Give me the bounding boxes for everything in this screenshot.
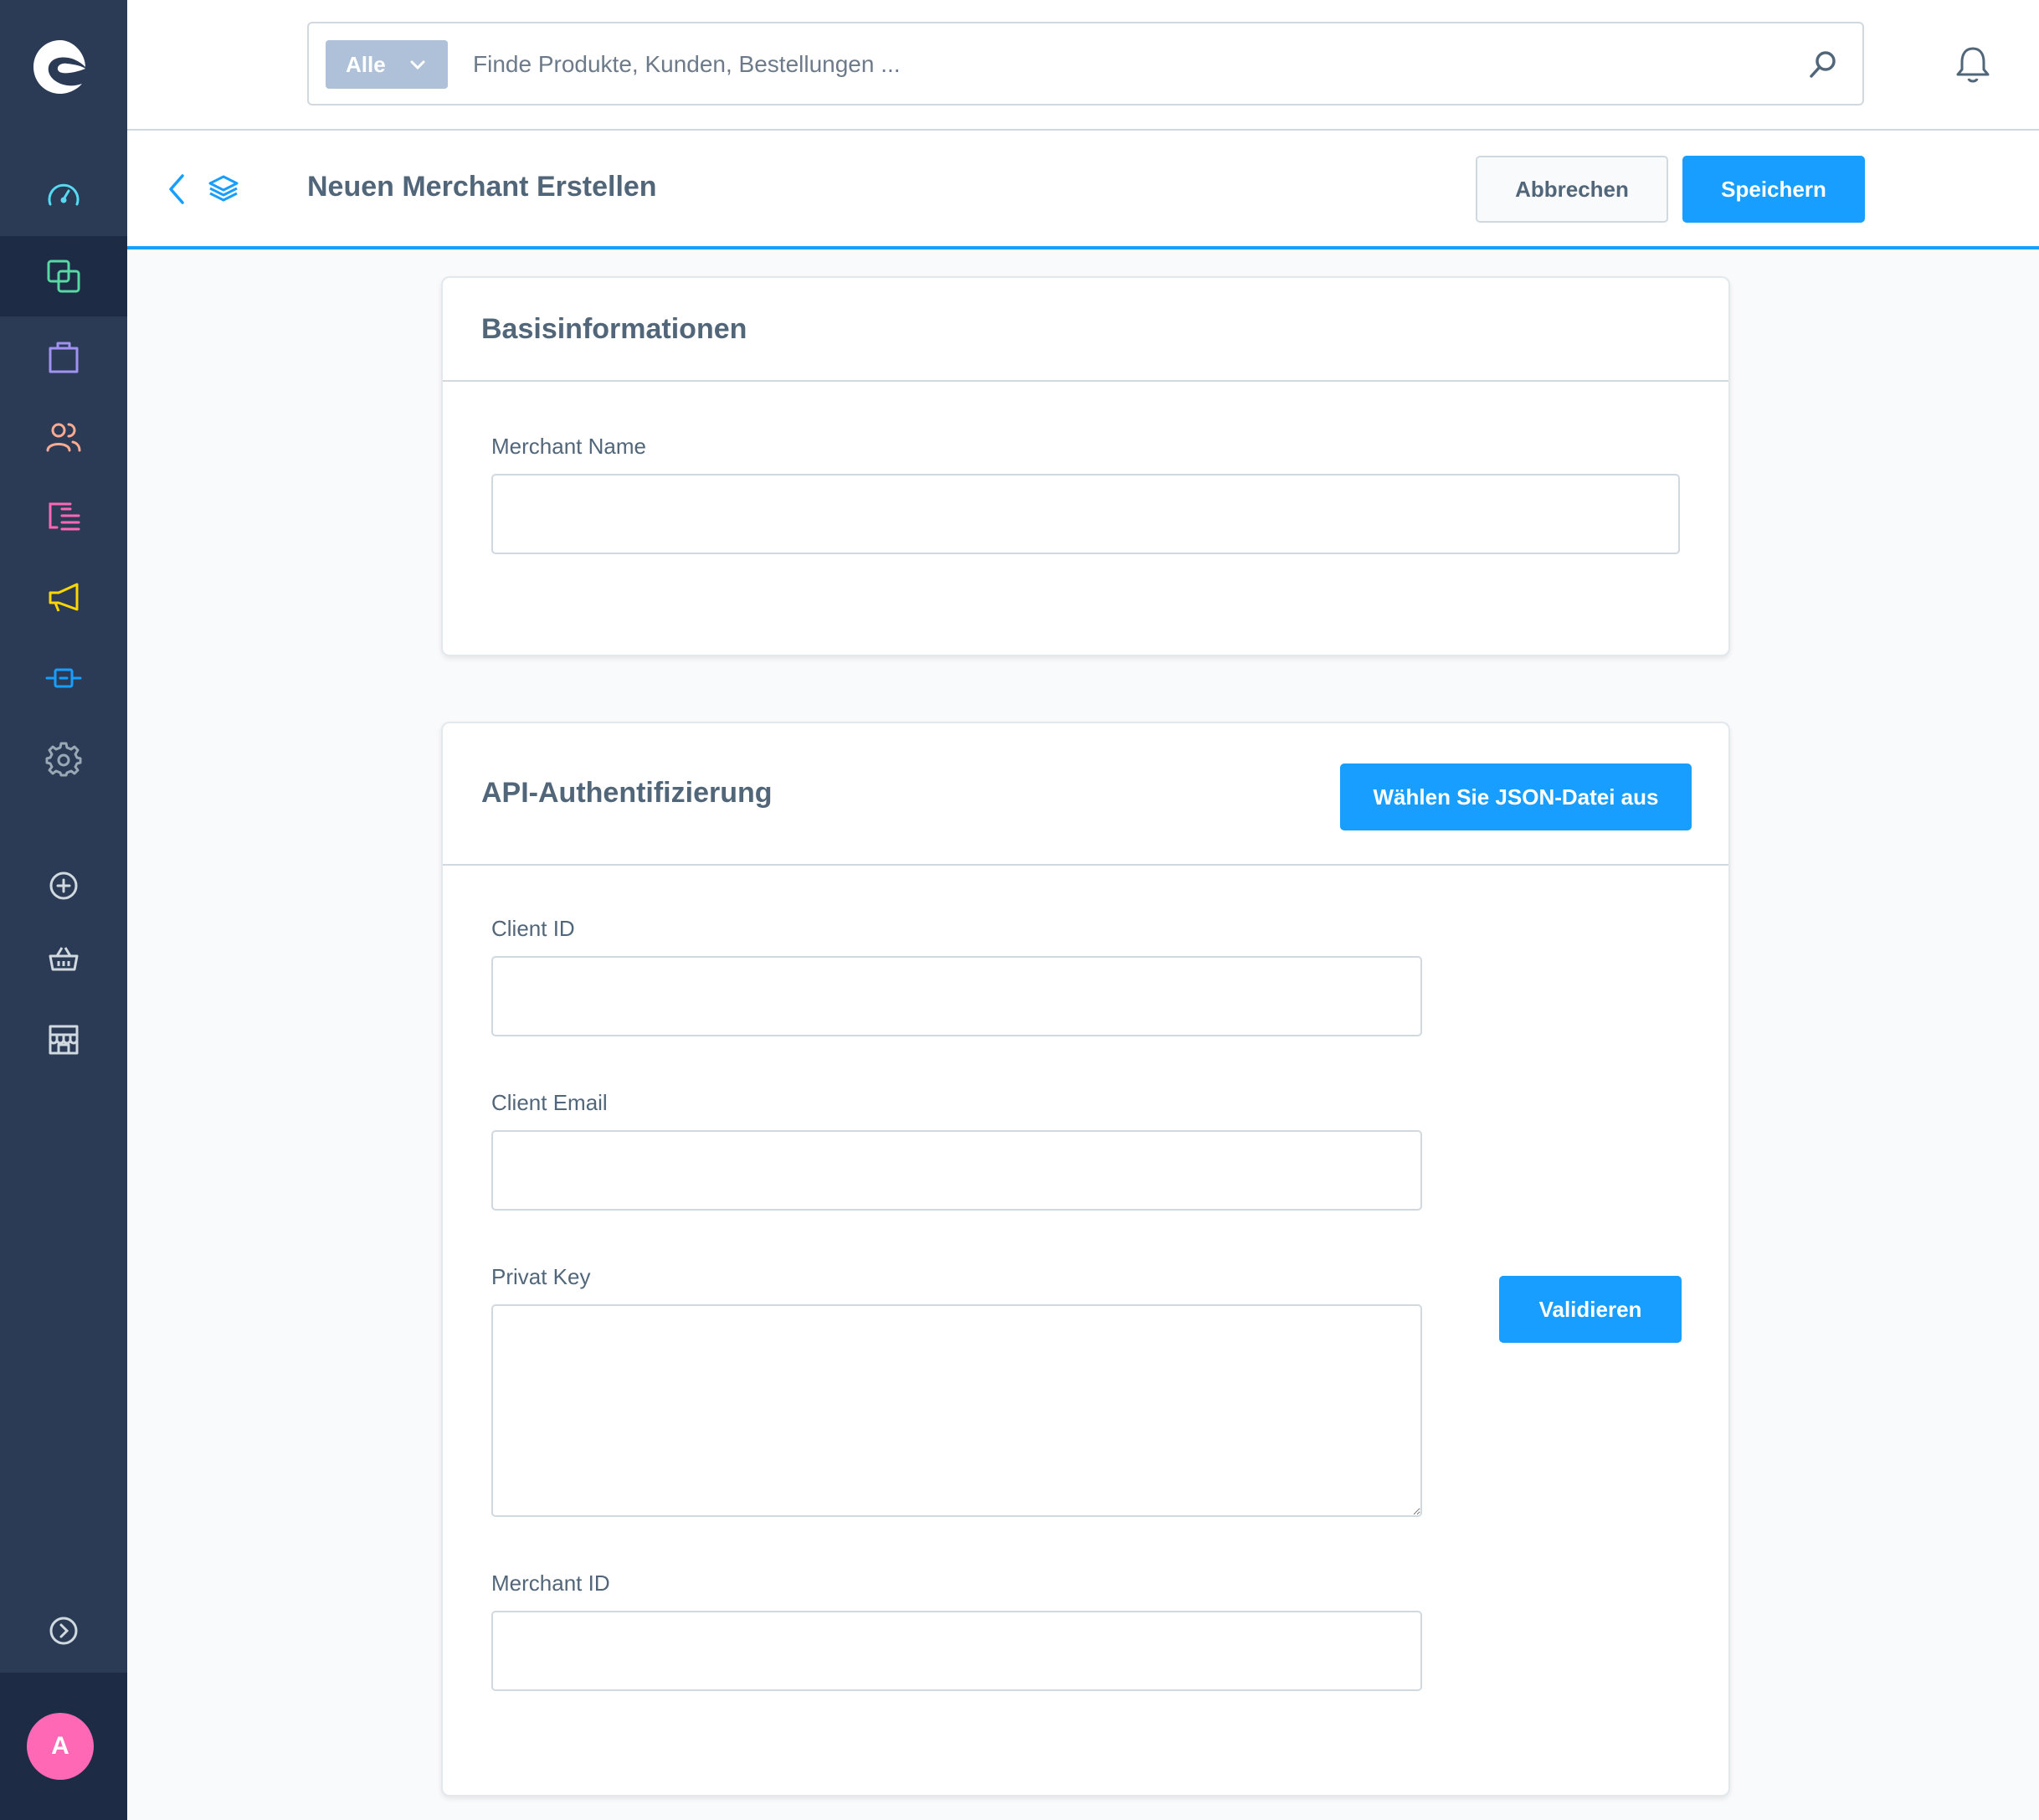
smart-bar: Neuen Merchant Erstellen Abbrechen Speic… xyxy=(127,131,2039,249)
sidebar-expand-toggle[interactable] xyxy=(0,1591,127,1671)
cancel-button[interactable]: Abbrechen xyxy=(1476,156,1668,223)
card-title: Basisinformationen xyxy=(481,313,747,345)
sidebar-user-footer: A xyxy=(0,1673,127,1820)
search-type-dropdown[interactable]: Alle xyxy=(326,40,448,89)
client-email-input[interactable] xyxy=(491,1130,1422,1211)
orders-icon xyxy=(49,342,79,373)
add-sales-channel-icon xyxy=(49,871,78,900)
select-json-file-button[interactable]: Wählen Sie JSON-Datei aus xyxy=(1340,763,1692,830)
user-avatar[interactable]: A xyxy=(27,1713,94,1780)
private-key-textarea[interactable] xyxy=(491,1304,1422,1517)
sidebar-item-storefront-basket[interactable] xyxy=(0,919,127,1000)
sidebar-item-orders[interactable] xyxy=(0,316,127,397)
card-title: API-Authentifizierung xyxy=(481,777,773,809)
sidebar-item-settings[interactable] xyxy=(0,718,127,799)
api-authentication-card: API-Authentifizierung Wählen Sie JSON-Da… xyxy=(441,722,1730,1797)
card-header: API-Authentifizierung Wählen Sie JSON-Da… xyxy=(443,723,1728,866)
sidebar-item-marketing[interactable] xyxy=(0,558,127,638)
client-email-label: Client Email xyxy=(491,1090,608,1115)
sidebar-item-dashboard[interactable] xyxy=(0,156,127,236)
global-search-bar: Alle xyxy=(127,0,2039,131)
content-icon xyxy=(49,502,80,531)
catalog-icon xyxy=(47,260,80,293)
basic-information-card: Basisinformationen Merchant Name xyxy=(441,276,1730,656)
card-header: Basisinformationen xyxy=(443,278,1728,382)
merchant-name-input[interactable] xyxy=(491,474,1680,554)
search-input[interactable] xyxy=(473,40,1779,89)
expand-menu-icon xyxy=(49,1617,78,1645)
merchant-id-input[interactable] xyxy=(491,1611,1422,1691)
validate-button[interactable]: Validieren xyxy=(1499,1276,1682,1343)
chevron-down-icon xyxy=(410,60,425,70)
search-icon[interactable] xyxy=(1807,49,1839,80)
save-button[interactable]: Speichern xyxy=(1682,156,1865,223)
sidebar-item-content[interactable] xyxy=(0,477,127,558)
client-id-label: Client ID xyxy=(491,916,575,941)
page-title: Neuen Merchant Erstellen xyxy=(307,171,657,203)
sidebar-item-add-sales-channel[interactable] xyxy=(0,846,127,926)
marketing-icon xyxy=(49,583,79,612)
admin-sidebar: A xyxy=(0,0,127,1820)
search-type-label: Alle xyxy=(346,51,386,77)
shopware-logo-icon[interactable] xyxy=(30,37,90,97)
customers-icon xyxy=(46,423,81,452)
search-container: Alle xyxy=(307,22,1864,105)
client-id-input[interactable] xyxy=(491,956,1422,1036)
merchant-name-label: Merchant Name xyxy=(491,434,646,459)
storefront-basket-icon xyxy=(49,947,79,971)
sidebar-item-extensions[interactable] xyxy=(0,638,127,718)
private-key-label: Privat Key xyxy=(491,1264,591,1289)
settings-icon xyxy=(45,742,82,777)
dashboard-icon xyxy=(48,183,80,206)
sidebar-item-customers[interactable] xyxy=(0,397,127,477)
storefront-shop-icon xyxy=(49,1025,79,1055)
notification-bell-icon[interactable] xyxy=(1952,44,1994,85)
sidebar-item-catalog[interactable] xyxy=(0,236,127,316)
back-arrow-icon[interactable] xyxy=(162,172,193,206)
extensions-icon xyxy=(45,668,82,688)
module-layers-icon xyxy=(208,175,239,202)
sidebar-item-storefront-shop[interactable] xyxy=(0,1000,127,1080)
merchant-id-label: Merchant ID xyxy=(491,1571,610,1596)
